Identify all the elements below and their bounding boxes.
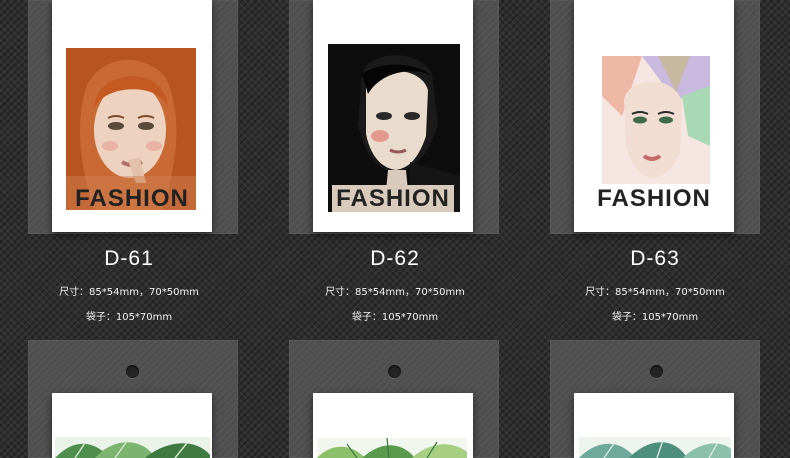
- fashion-label: FASHION: [597, 185, 711, 212]
- hang-hole: [126, 365, 139, 378]
- fashion-label-text: FASHION: [332, 185, 454, 212]
- fashion-label: FASHION: [313, 185, 473, 213]
- tropical-leaves-illustration: [579, 437, 731, 458]
- hang-hole: [388, 365, 401, 378]
- bag-spec: 袋子：105*70mm: [351, 312, 439, 323]
- size-spec: 尺寸：85*54mm，70*50mm: [585, 287, 725, 298]
- product-code: D-63: [630, 247, 680, 270]
- tropical-leaves-illustration: [55, 437, 210, 458]
- product-card-lower-3[interactable]: [574, 393, 734, 458]
- bag-spec: 袋子：105*70mm: [85, 312, 173, 323]
- size-spec: 尺寸：85*54mm，70*50mm: [59, 287, 199, 298]
- product-code: D-61: [104, 247, 154, 270]
- product-card-lower-1[interactable]: [52, 393, 212, 458]
- pastel-geometric-woman-illustration: [602, 56, 710, 184]
- product-card-d62[interactable]: FASHION: [313, 0, 473, 232]
- hang-hole: [650, 365, 663, 378]
- product-card-d61[interactable]: FASHION: [52, 0, 212, 232]
- product-code: D-62: [370, 247, 420, 270]
- fashion-label: FASHION: [75, 185, 189, 212]
- product-card-lower-2[interactable]: [313, 393, 473, 458]
- tropical-leaves-illustration: [317, 438, 467, 458]
- size-spec: 尺寸：85*54mm，70*50mm: [325, 287, 465, 298]
- product-card-d63[interactable]: FASHION: [574, 0, 734, 232]
- bag-spec: 袋子：105*70mm: [611, 312, 699, 323]
